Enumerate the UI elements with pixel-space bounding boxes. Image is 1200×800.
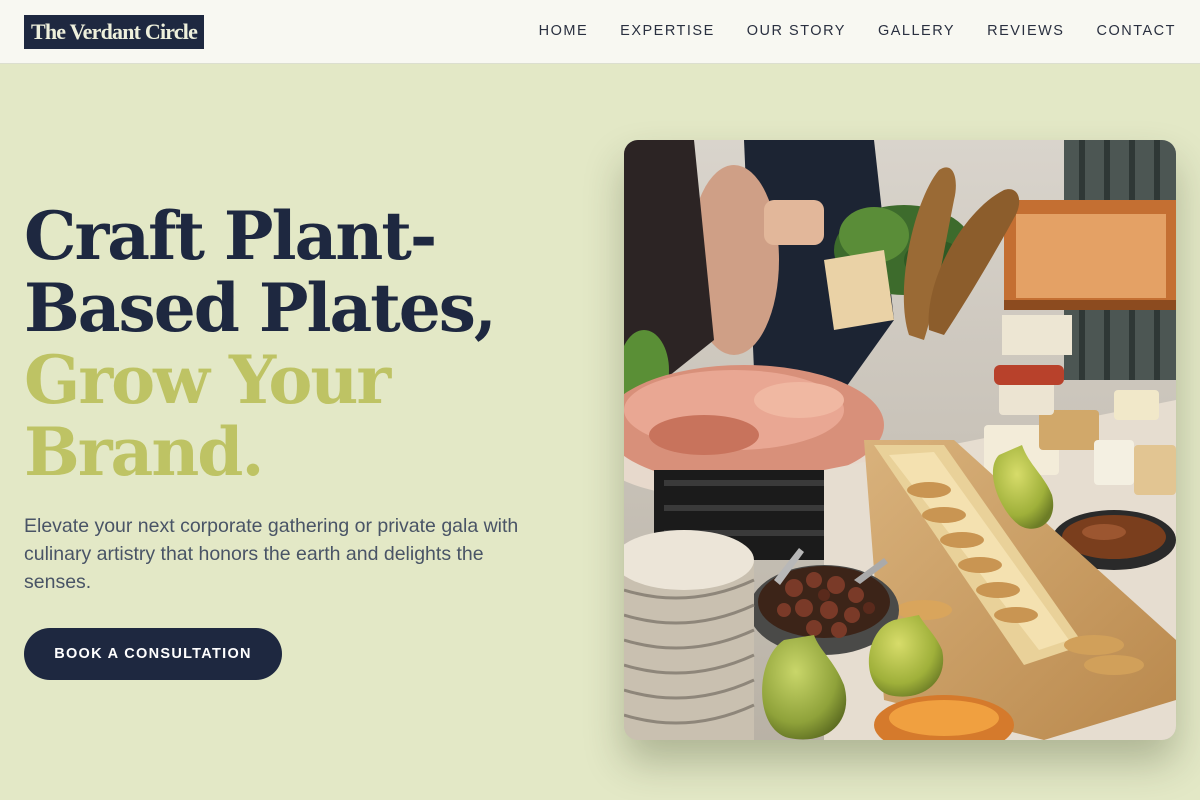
- nav-link-expertise[interactable]: EXPERTISE: [620, 23, 715, 39]
- top-navigation: The Verdant Circle HOME EXPERTISE OUR ST…: [0, 0, 1200, 64]
- hero-image: [624, 140, 1176, 740]
- brand-logo[interactable]: The Verdant Circle: [24, 15, 205, 49]
- hero-headline: Craft Plant- Based Plates, Grow Your Bra…: [24, 200, 584, 488]
- hero-description: Elevate your next corporate gathering or…: [24, 515, 519, 593]
- nav-link-gallery[interactable]: GALLERY: [878, 23, 955, 39]
- headline-line-1: Craft Plant-: [24, 197, 437, 275]
- headline-line-2: Based Plates,: [24, 269, 497, 347]
- nav-link-contact[interactable]: CONTACT: [1096, 23, 1176, 39]
- book-consultation-button[interactable]: BOOK A CONSULTATION: [24, 628, 282, 680]
- headline-line-3: Grow Your: [24, 341, 391, 419]
- nav-menu: HOME EXPERTISE OUR STORY GALLERY REVIEWS…: [539, 0, 1176, 62]
- headline-line-4: Brand.: [24, 413, 264, 491]
- nav-link-our-story[interactable]: OUR STORY: [747, 23, 846, 39]
- nav-link-home[interactable]: HOME: [539, 23, 589, 39]
- nav-link-reviews[interactable]: REVIEWS: [987, 23, 1064, 39]
